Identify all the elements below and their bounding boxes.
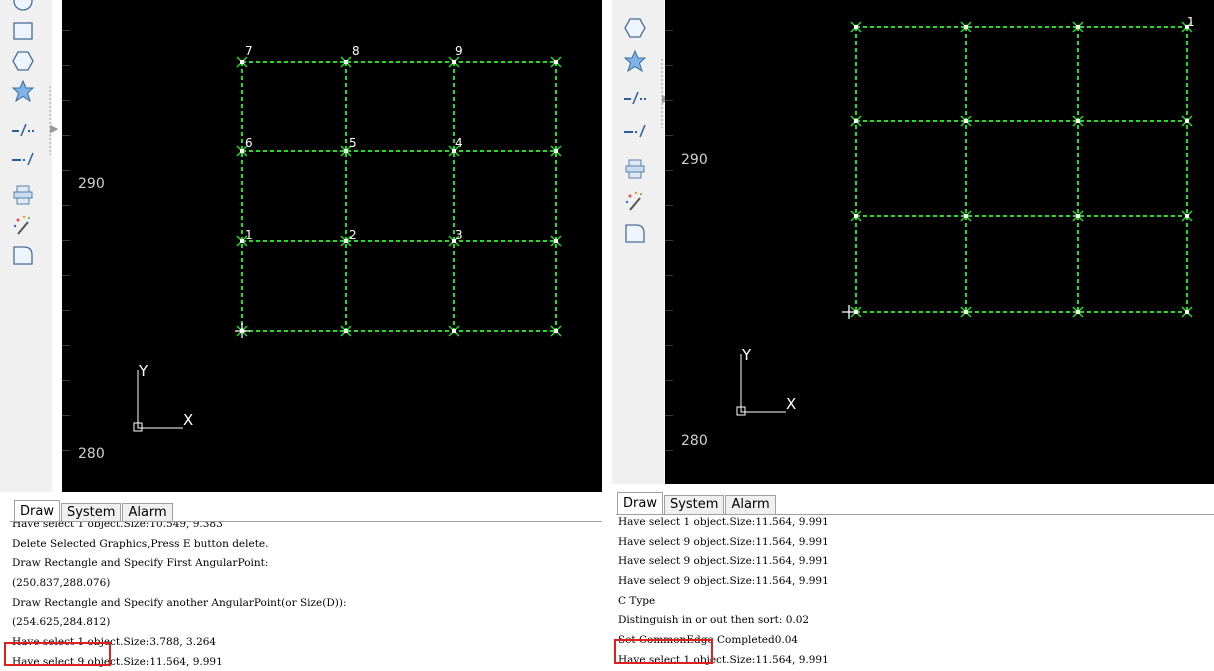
log-line: Delete Selected Graphics,Press E button … xyxy=(12,537,269,550)
grid-node xyxy=(854,119,858,123)
highlight-box xyxy=(614,639,713,664)
ellipse-tool-icon[interactable] xyxy=(10,0,36,14)
grid-node xyxy=(1076,310,1080,314)
point-label: 7 xyxy=(245,44,253,58)
log-line: Have select 1 object.Size:11.564, 9.991 xyxy=(618,516,829,528)
grid-node xyxy=(344,329,348,333)
log-line: Draw Rectangle and Specify another Angul… xyxy=(12,596,347,609)
point-label: 5 xyxy=(349,136,357,150)
tab-system[interactable]: System xyxy=(60,503,122,522)
point-label: 9 xyxy=(455,44,463,58)
star-tool-icon[interactable] xyxy=(622,48,648,74)
point-label: 6 xyxy=(245,136,253,150)
grid-node xyxy=(344,239,348,243)
split-line-icon[interactable] xyxy=(622,85,648,111)
tab-alarm[interactable]: Alarm xyxy=(122,503,173,522)
magic-wand-icon[interactable] xyxy=(622,188,648,214)
ucs-axis-icon: Y X xyxy=(731,346,811,422)
grid-node xyxy=(554,329,558,333)
tab-draw[interactable]: Draw xyxy=(617,492,663,514)
tab-alarm[interactable]: Alarm xyxy=(725,495,776,514)
rounded-rect-icon[interactable] xyxy=(622,220,648,246)
x-axis-label: X xyxy=(786,395,796,413)
split-line-icon[interactable] xyxy=(10,117,36,143)
grid-node xyxy=(1076,119,1080,123)
grid-node xyxy=(1076,25,1080,29)
grid-node xyxy=(240,239,244,243)
star-tool-icon[interactable] xyxy=(10,78,36,104)
ucs-axis-icon: Y X xyxy=(128,362,208,438)
point-label: 4 xyxy=(455,136,463,150)
y-axis-label: Y xyxy=(138,362,149,380)
grid-node xyxy=(452,60,456,64)
grid-node xyxy=(854,25,858,29)
log-line: Have select 1 object.Size:10.549, 9.383 xyxy=(12,521,223,530)
drawing-canvas[interactable]: 290 280 1 Y X xyxy=(665,0,1214,484)
point-label: 2 xyxy=(349,228,357,242)
log-line: Draw Rectangle and Specify First Angular… xyxy=(12,557,269,570)
x-axis-label: X xyxy=(183,411,193,429)
output-tabs: Draw System Alarm xyxy=(14,499,174,522)
highlight-box xyxy=(4,642,111,666)
merge-line-icon[interactable] xyxy=(622,118,648,144)
array-copy-icon[interactable] xyxy=(622,156,648,182)
log-line: (250.837,288.076) xyxy=(12,577,111,590)
grid-node xyxy=(964,310,968,314)
grid-node xyxy=(240,149,244,153)
origin-crosshair xyxy=(842,305,856,319)
point-label: 1 xyxy=(245,228,253,242)
point-label: 8 xyxy=(352,44,360,58)
log-line: (254.625,284.812) xyxy=(12,616,111,629)
tab-system[interactable]: System xyxy=(663,495,725,514)
hexagon-tool-icon[interactable] xyxy=(10,48,36,74)
grid-node xyxy=(554,149,558,153)
grid-node xyxy=(452,329,456,333)
merge-line-icon[interactable] xyxy=(10,146,36,172)
left-panel: ▶ 290 280 7 8 9 6 5 4 1 2 3 Y X Draw Sys… xyxy=(0,0,602,671)
toolbar-grip xyxy=(48,85,52,155)
grid-node xyxy=(240,60,244,64)
rounded-rect-icon[interactable] xyxy=(10,242,36,268)
grid-node xyxy=(344,149,348,153)
grid-node xyxy=(1185,310,1189,314)
grid-node xyxy=(1076,214,1080,218)
y-axis-label: Y xyxy=(741,346,752,364)
drawing-canvas[interactable]: 290 280 7 8 9 6 5 4 1 2 3 Y X xyxy=(62,0,602,492)
point-label: 1 xyxy=(1187,15,1195,29)
log-line: Have select 9 object.Size:11.564, 9.991 xyxy=(618,575,829,588)
log-line: Have select 9 object.Size:11.564, 9.991 xyxy=(618,555,829,568)
output-tabs: Draw System Alarm xyxy=(617,491,777,514)
drawing-toolbar: ▶ xyxy=(0,0,58,492)
grid-node xyxy=(964,25,968,29)
log-line: Distinguish in or out then sort: 0.02 xyxy=(618,614,810,627)
array-copy-icon[interactable] xyxy=(10,182,36,208)
magic-wand-icon[interactable] xyxy=(10,212,36,238)
tab-draw[interactable]: Draw xyxy=(14,500,60,522)
grid-node xyxy=(964,119,968,123)
grid-node xyxy=(964,214,968,218)
grid-node xyxy=(854,214,858,218)
rectangle-tool-icon[interactable] xyxy=(10,18,36,44)
log-line: C Type xyxy=(618,594,656,607)
grid-node xyxy=(554,239,558,243)
right-panel: ▶ 290 280 1 xyxy=(612,0,1214,671)
drawing-toolbar: ▶ xyxy=(612,0,670,484)
point-label: 3 xyxy=(455,228,463,242)
grid-node xyxy=(554,60,558,64)
hexagon-tool-icon[interactable] xyxy=(622,15,648,41)
grid-node xyxy=(344,60,348,64)
toolbar-expand-arrow[interactable]: ▶ xyxy=(50,123,58,134)
grid-node xyxy=(1185,119,1189,123)
grid-node xyxy=(1185,214,1189,218)
log-line: Have select 9 object.Size:11.564, 9.991 xyxy=(618,535,829,548)
